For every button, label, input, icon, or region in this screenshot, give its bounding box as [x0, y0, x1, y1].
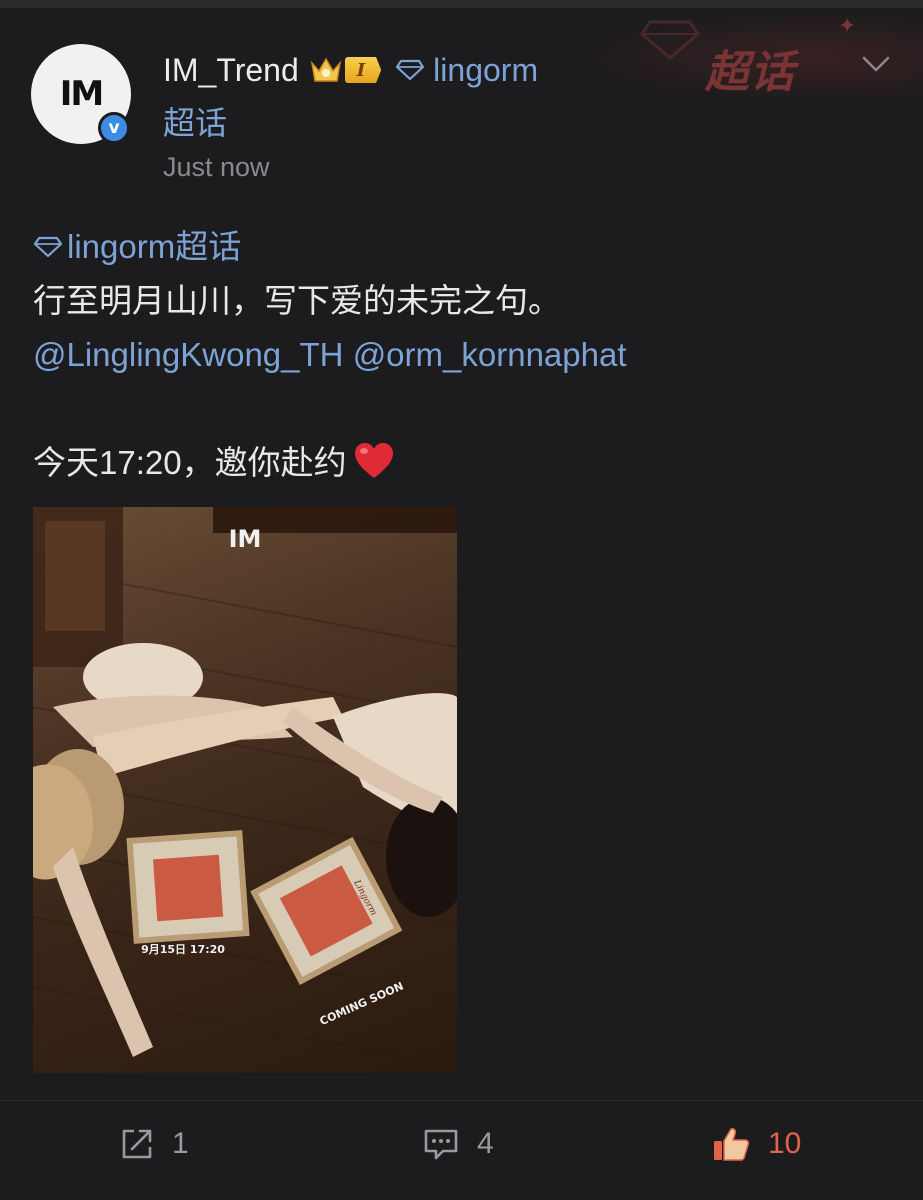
release-date-text: 9月15日 17:20 — [141, 943, 225, 956]
topic-tag[interactable]: lingorm超话 — [33, 220, 893, 274]
topic-tag-text: lingorm超话 — [67, 228, 242, 265]
share-icon — [122, 1129, 152, 1159]
comment-count: 4 — [477, 1127, 494, 1160]
footer-divider — [0, 1100, 923, 1101]
diamond-icon — [396, 59, 425, 81]
topic-link[interactable]: lingorm — [395, 52, 538, 89]
topic-link-name: lingorm — [433, 51, 539, 88]
username[interactable]: IM_Trend — [163, 52, 299, 89]
heart-icon — [354, 443, 393, 478]
supertopic-label[interactable]: 超话 — [705, 36, 795, 100]
topic-link-suffix[interactable]: 超话 — [163, 98, 227, 144]
like-button[interactable]: 10 — [712, 1122, 801, 1166]
mention-link[interactable]: @LinglingKwong_TH — [33, 336, 344, 373]
gem-icon — [640, 20, 700, 60]
level-badge[interactable]: I — [344, 57, 382, 83]
comment-button[interactable]: 4 — [423, 1122, 494, 1166]
post-text: 今天17:20，邀你赴约 — [33, 444, 347, 481]
comment-icon — [424, 1129, 458, 1160]
weibo-post: 超话 ✦ IM v IM_Trend I lingorm 超话 Just now — [0, 0, 923, 1200]
like-count: 10 — [768, 1127, 802, 1160]
share-button[interactable]: 1 — [120, 1122, 189, 1166]
promo-photo: IM 9月15日 17:20 COMING SOON Lingorm — [33, 507, 457, 1068]
diamond-icon — [33, 236, 63, 258]
avatar-logo: IM — [59, 74, 105, 114]
image-watermark: IM — [229, 525, 262, 553]
verified-badge: v — [98, 112, 130, 144]
post-text-line: 行至明月山川，写下爱的未完之句。 — [33, 282, 561, 319]
mentions-line: @LinglingKwong_TH @orm_kornnaphat — [33, 328, 893, 382]
share-count: 1 — [172, 1127, 189, 1160]
username-row: IM_Trend I lingorm — [163, 48, 538, 92]
coming-soon-text: COMING SOON — [318, 979, 406, 1028]
mention-link[interactable]: @orm_kornnaphat — [353, 336, 627, 373]
post-image[interactable]: IM 9月15日 17:20 COMING SOON Lingorm — [33, 507, 457, 1073]
sparkle-icon: ✦ — [838, 14, 857, 39]
post-content: lingorm超话 行至明月山川，写下爱的未完之句。 @LinglingKwon… — [33, 220, 893, 490]
timestamp: Just now — [163, 152, 270, 182]
chevron-down-icon[interactable] — [860, 52, 892, 76]
top-strip — [0, 0, 923, 8]
crown-icon[interactable] — [309, 55, 343, 85]
post-text-line: 今天17:20，邀你赴约 — [33, 436, 893, 490]
thumbs-up-icon — [714, 1128, 750, 1161]
